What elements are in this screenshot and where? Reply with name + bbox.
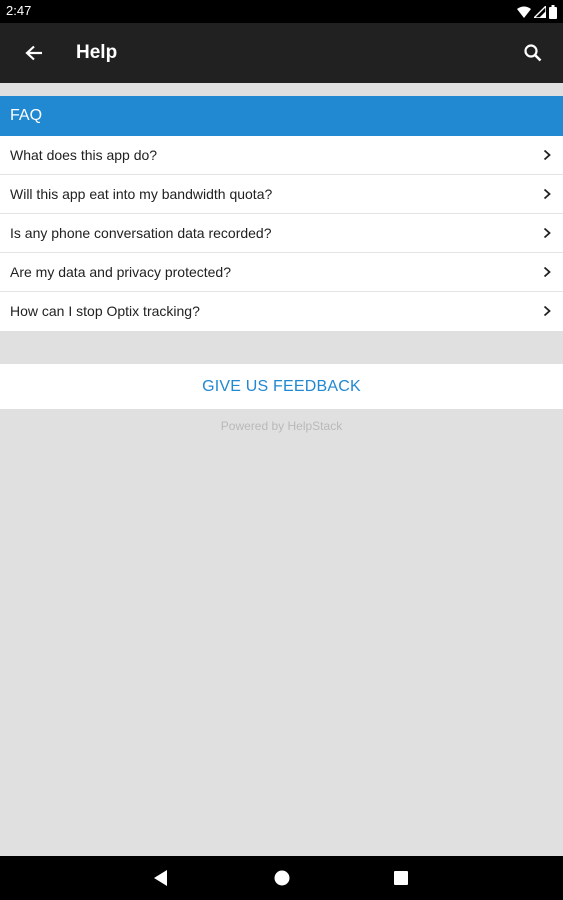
page-title: Help (76, 42, 118, 63)
back-button[interactable] (18, 37, 50, 69)
chevron-right-icon (543, 188, 551, 200)
search-icon (524, 44, 542, 62)
arrow-left-icon (25, 45, 42, 61)
faq-header: FAQ (0, 96, 563, 136)
status-bar: 2:47 (0, 0, 563, 23)
system-nav-bar (0, 856, 563, 900)
faq-item[interactable]: Are my data and privacy protected? (0, 253, 563, 292)
battery-icon (549, 4, 557, 19)
nav-recents-button[interactable] (390, 867, 412, 889)
nav-home-button[interactable] (271, 867, 293, 889)
chevron-right-icon (543, 266, 551, 278)
home-circle-icon (274, 870, 290, 886)
give-feedback-label: GIVE US FEEDBACK (202, 378, 361, 395)
faq-item[interactable]: What does this app do? (0, 136, 563, 175)
nav-back-button[interactable] (150, 867, 172, 889)
search-button[interactable] (517, 37, 549, 69)
faq-list: What does this app do? Will this app eat… (0, 136, 563, 331)
faq-item-label: What does this app do? (10, 147, 158, 163)
wifi-icon (517, 6, 531, 18)
app-bar: Help (0, 23, 563, 83)
faq-item-label: Will this app eat into my bandwidth quot… (10, 186, 273, 202)
status-icons (517, 4, 557, 19)
status-time: 2:47 (6, 3, 32, 18)
powered-by-text: Powered by HelpStack (220, 419, 343, 433)
faq-item[interactable]: Will this app eat into my bandwidth quot… (0, 175, 563, 214)
faq-item-label: How can I stop Optix tracking? (10, 303, 200, 319)
faq-item[interactable]: How can I stop Optix tracking? (0, 292, 563, 331)
faq-item-label: Are my data and privacy protected? (10, 264, 232, 280)
cellular-signal-icon (534, 5, 546, 18)
back-triangle-icon (154, 870, 167, 886)
chevron-right-icon (543, 305, 551, 317)
give-feedback-button[interactable]: GIVE US FEEDBACK (0, 364, 563, 409)
chevron-right-icon (543, 227, 551, 239)
chevron-right-icon (543, 149, 551, 161)
recents-square-icon (394, 871, 408, 885)
faq-item[interactable]: Is any phone conversation data recorded? (0, 214, 563, 253)
divider (0, 83, 563, 96)
faq-item-label: Is any phone conversation data recorded? (10, 225, 272, 241)
